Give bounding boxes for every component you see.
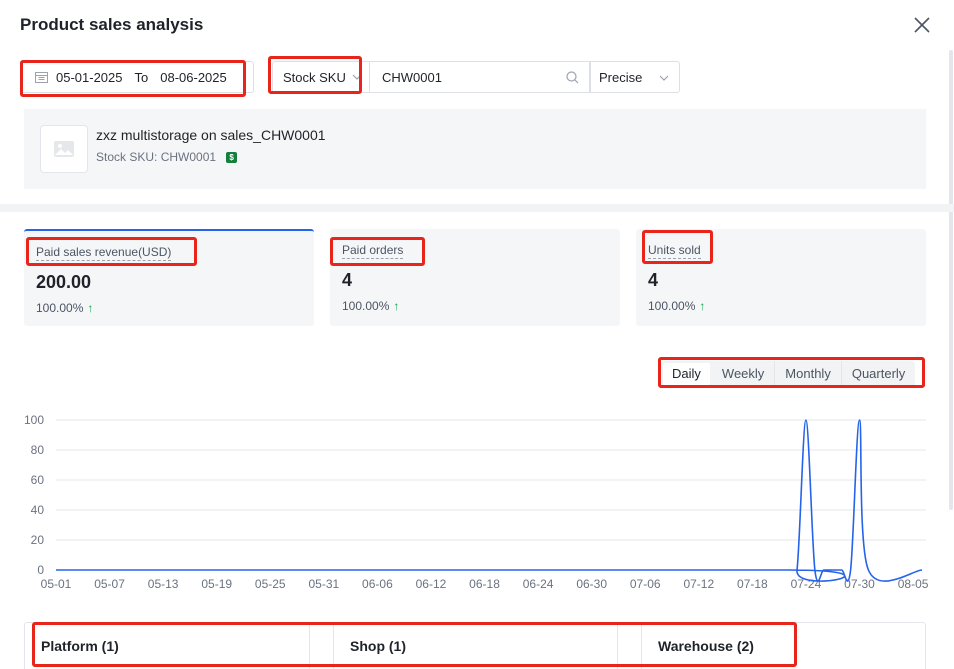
- date-range-picker[interactable]: 05-01-2025 To 08-06-2025: [20, 61, 254, 93]
- metric-change: 100.00% ↑: [648, 299, 705, 313]
- metric-label: Paid sales revenue(USD): [36, 245, 172, 261]
- x-tick-label: 08-05: [898, 577, 929, 591]
- tab-quarterly[interactable]: Quarterly: [842, 361, 915, 387]
- x-tick-label: 07-12: [683, 577, 714, 591]
- close-icon[interactable]: [911, 14, 933, 36]
- sku-type-select[interactable]: Stock SKU: [272, 61, 370, 93]
- metric-value: 200.00: [36, 272, 92, 292]
- scrollbar[interactable]: [949, 50, 953, 510]
- x-tick-label: 07-06: [630, 577, 661, 591]
- metric-change-value: 100.00%: [36, 301, 84, 315]
- units-sold-chart: 0 20 40 60 80 100 05-01 05-07 05-13 05-19 05-25 05-…: [24, 413, 929, 591]
- product-card: zxz multistorage on sales_CHW0001 Stock …: [24, 109, 926, 189]
- chevron-down-icon: [659, 75, 669, 81]
- metric-change-value: 100.00%: [342, 299, 390, 313]
- sku-search-input[interactable]: CHW0001: [370, 61, 590, 93]
- calendar-icon: [35, 72, 48, 83]
- search-icon[interactable]: [566, 71, 579, 84]
- y-tick-label: 80: [31, 443, 45, 457]
- y-tick-label: 40: [31, 503, 45, 517]
- tab-weekly[interactable]: Weekly: [712, 361, 776, 387]
- x-tick-label: 05-19: [201, 577, 232, 591]
- product-sku: Stock SKU: CHW0001 $: [96, 150, 238, 164]
- arrow-up-icon: ↑: [699, 299, 706, 313]
- metric-value: 4: [342, 270, 353, 290]
- x-tick-label: 06-18: [469, 577, 500, 591]
- product-sku-label: Stock SKU: CHW0001: [96, 150, 217, 164]
- metric-change-value: 100.00%: [648, 299, 696, 313]
- tab-warehouse[interactable]: Warehouse (2): [642, 623, 926, 669]
- tab-shop[interactable]: Shop (1): [334, 623, 617, 669]
- metric-card-revenue[interactable]: Paid sales revenue(USD) 200.00 100.00% ↑: [24, 229, 314, 326]
- y-tick-label: 20: [31, 533, 45, 547]
- series-line: [56, 419, 923, 582]
- x-tick-label: 05-07: [94, 577, 125, 591]
- x-tick-label: 05-13: [148, 577, 179, 591]
- product-name: zxz multistorage on sales_CHW0001: [96, 127, 326, 143]
- sku-type-value: Stock SKU: [283, 69, 346, 85]
- x-tick-label: 05-31: [308, 577, 339, 591]
- metric-label: Paid orders: [342, 243, 404, 259]
- x-tick-label: 06-24: [523, 577, 554, 591]
- chevron-down-icon: [352, 74, 362, 80]
- sku-badge-icon: $: [226, 151, 238, 163]
- date-start[interactable]: 05-01-2025: [56, 70, 123, 85]
- x-tick-label: 05-25: [255, 577, 286, 591]
- metric-card-units[interactable]: Units sold 4 100.00% ↑: [636, 229, 926, 326]
- section-divider: [0, 204, 954, 212]
- metric-label: Units sold: [648, 243, 701, 259]
- match-type-value: Precise: [599, 69, 643, 85]
- sku-search-value: CHW0001: [382, 69, 442, 85]
- metric-value: 4: [648, 270, 659, 290]
- date-to-label: To: [134, 69, 149, 85]
- metric-card-orders[interactable]: Paid orders 4 100.00% ↑: [330, 229, 620, 326]
- x-tick-label: 06-30: [576, 577, 607, 591]
- date-end[interactable]: 08-06-2025: [160, 70, 227, 85]
- arrow-up-icon: ↑: [393, 299, 400, 313]
- x-tick-label: 06-06: [362, 577, 393, 591]
- x-tick-label: 05-01: [41, 577, 72, 591]
- period-tabs: Daily Weekly Monthly Quarterly: [661, 361, 916, 387]
- y-tick-label: 100: [24, 413, 44, 427]
- metric-change: 100.00% ↑: [36, 301, 93, 315]
- x-tick-label: 07-18: [737, 577, 768, 591]
- y-tick-label: 0: [37, 563, 44, 577]
- metric-change: 100.00% ↑: [342, 299, 399, 313]
- dimension-tabs: Platform (1) Shop (1) Warehouse (2): [24, 622, 926, 669]
- modal-title: Product sales analysis: [20, 15, 204, 34]
- tab-monthly[interactable]: Monthly: [775, 361, 842, 387]
- product-image-placeholder: [40, 125, 88, 173]
- x-tick-label: 06-12: [416, 577, 447, 591]
- divider: [617, 623, 618, 669]
- image-icon: [54, 141, 74, 157]
- arrow-up-icon: ↑: [87, 301, 94, 315]
- divider: [309, 623, 310, 669]
- tab-daily[interactable]: Daily: [663, 363, 710, 385]
- match-type-select[interactable]: Precise: [590, 61, 680, 93]
- tab-platform[interactable]: Platform (1): [25, 623, 309, 669]
- y-tick-label: 60: [31, 473, 45, 487]
